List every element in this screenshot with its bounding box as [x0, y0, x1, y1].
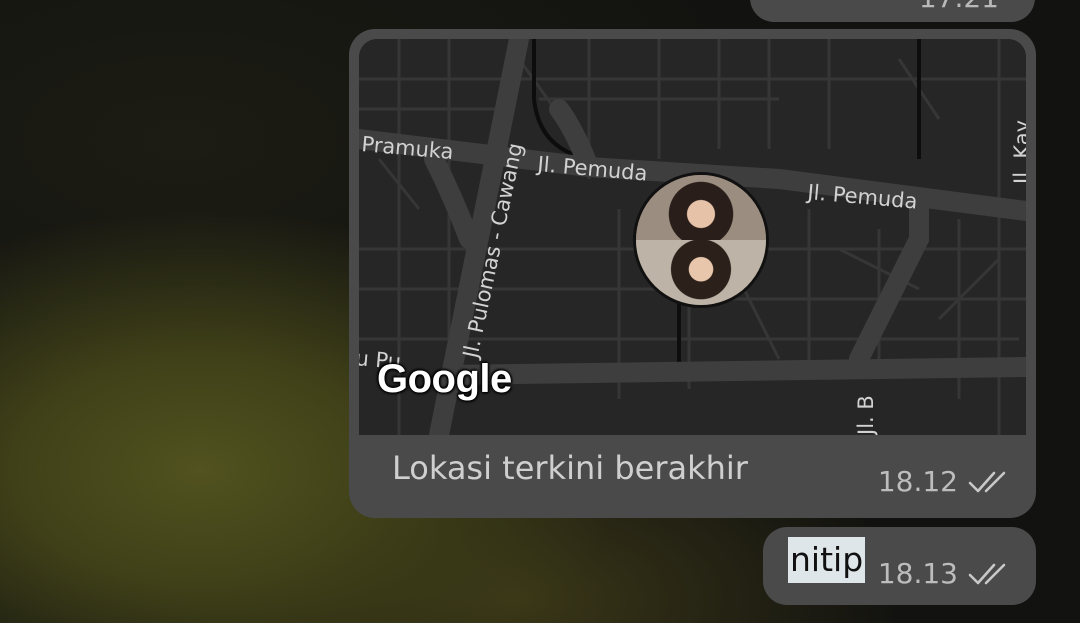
street-label-jlb: Jl. B	[854, 395, 878, 435]
message-text-selected[interactable]: nitip	[788, 537, 866, 583]
read-double-tick-icon	[968, 563, 1006, 584]
live-location-message[interactable]: Pramuka Jl. Pemuda Jl. Pemuda Jl. Puloma…	[349, 29, 1036, 518]
text-message-bubble[interactable]: nitip 18.13	[763, 527, 1036, 605]
live-location-avatar[interactable]	[633, 172, 769, 308]
message-time: 17.21	[919, 0, 999, 14]
google-logo: Google	[377, 357, 512, 401]
location-status-text: Lokasi terkini berakhir	[392, 449, 748, 487]
message-time: 18.13	[877, 557, 958, 590]
map-preview[interactable]: Pramuka Jl. Pemuda Jl. Pemuda Jl. Puloma…	[359, 39, 1026, 435]
message-time: 18.12	[877, 465, 958, 498]
read-double-tick-icon	[968, 471, 1006, 492]
previous-message-bubble[interactable]: 17.21	[750, 0, 1035, 22]
street-label-jlkay: Jl. Kay	[1010, 120, 1026, 186]
message-meta: 18.13	[878, 557, 1012, 590]
message-meta: 18.12	[878, 465, 1012, 498]
